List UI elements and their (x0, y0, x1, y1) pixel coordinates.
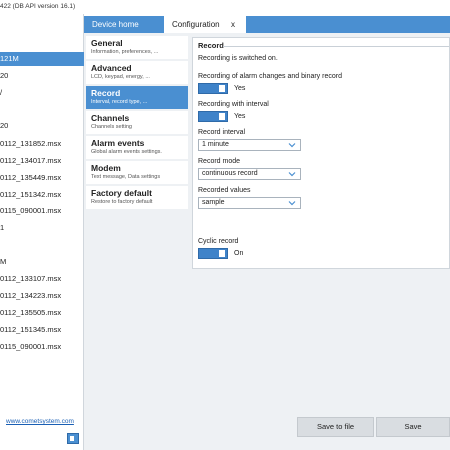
nav-title: Modem (91, 163, 121, 173)
tree-item[interactable]: 20 (0, 119, 84, 133)
alarm-record-label: Recording of alarm changes and binary re… (198, 73, 342, 80)
configuration-content: General Information, preferences, ... Ad… (84, 33, 450, 450)
recorded-values-value: sample (202, 199, 225, 206)
chevron-down-icon (288, 172, 296, 177)
nav-subtitle: Restore to factory default (91, 199, 153, 205)
close-tab-icon[interactable]: x (228, 16, 242, 33)
tree-item-file[interactable]: 0112_134223.msx (0, 289, 84, 303)
nav-title: Factory default (91, 188, 152, 198)
nav-subtitle: Information, preferences, ... (91, 49, 159, 55)
interval-record-label: Recording with interval (198, 101, 269, 108)
tab-bar-fill (246, 16, 450, 33)
cyclic-record-label: Cyclic record (198, 238, 239, 245)
tree-item-device[interactable]: M (0, 255, 84, 269)
tree-item-device[interactable]: 121M (0, 52, 84, 66)
nav-subtitle: Global alarm events settings. (91, 149, 162, 155)
nav-item-advanced[interactable]: Advanced LCD, keypad, energy, ... (86, 61, 188, 84)
tree-item-file[interactable]: 0115_090001.msx (0, 204, 84, 218)
record-settings-panel: Record Recording is switched on. Recordi… (192, 37, 450, 269)
tree-item-file[interactable]: 0115_090001.msx (0, 340, 84, 354)
nav-item-modem[interactable]: Modem Text message, Data settings (86, 161, 188, 184)
tree-item[interactable]: 1 (0, 221, 84, 235)
interval-record-toggle[interactable] (198, 111, 228, 122)
tree-item-file[interactable]: 0112_133107.msx (0, 272, 84, 286)
record-mode-select[interactable]: continuous record (198, 168, 301, 180)
section-divider (223, 46, 449, 47)
tree-item-file[interactable]: 0112_134017.msx (0, 154, 84, 168)
nav-title: Alarm events (91, 138, 145, 148)
nav-item-channels[interactable]: Channels Channels setting (86, 111, 188, 134)
nav-title: Channels (91, 113, 130, 123)
tab-device-home[interactable]: Device home (84, 16, 164, 33)
alarm-record-toggle[interactable] (198, 83, 228, 94)
tree-item-file[interactable]: 0112_135449.msx (0, 171, 84, 185)
nav-item-record[interactable]: Record Interval, record type, ... (86, 86, 188, 109)
tree-item-file[interactable]: 0112_151342.msx (0, 188, 84, 202)
window-title: 422 (DB API version 16.1) (0, 3, 76, 10)
record-mode-label: Record mode (198, 158, 241, 165)
section-header: Record (198, 41, 224, 50)
tree-item[interactable]: / (0, 86, 84, 100)
chevron-down-icon (288, 143, 296, 148)
record-mode-value: continuous record (202, 170, 258, 177)
nav-item-general[interactable]: General Information, preferences, ... (86, 36, 188, 59)
record-interval-value: 1 minute (202, 141, 229, 148)
nav-title: Record (91, 88, 121, 98)
cyclic-record-value: On (234, 250, 244, 257)
interval-record-value: Yes (234, 113, 246, 120)
nav-subtitle: LCD, keypad, energy, ... (91, 74, 150, 80)
tree-item[interactable] (0, 238, 84, 252)
nav-item-alarm-events[interactable]: Alarm events Global alarm events setting… (86, 136, 188, 159)
device-tree-panel: 121M 20 / 20 0112_131852.msx 0112_134017… (0, 14, 84, 450)
nav-title: Advanced (91, 63, 132, 73)
record-interval-label: Record interval (198, 129, 246, 136)
nav-subtitle: Interval, record type, ... (91, 99, 148, 105)
tree-item-file[interactable]: 0112_135505.msx (0, 306, 84, 320)
nav-subtitle: Text message, Data settings (91, 174, 161, 180)
nav-title: General (91, 38, 123, 48)
record-interval-select[interactable]: 1 minute (198, 139, 301, 151)
tree-item[interactable] (0, 103, 84, 117)
tab-bar: Device home Configuration x (84, 14, 450, 33)
tree-item[interactable]: 20 (0, 69, 84, 83)
alarm-record-value: Yes (234, 85, 246, 92)
cyclic-record-toggle[interactable] (198, 248, 228, 259)
recorded-values-label: Recorded values (198, 187, 251, 194)
nav-item-factory-default[interactable]: Factory default Restore to factory defau… (86, 186, 188, 209)
website-link[interactable]: www.cometsystem.com (6, 418, 74, 425)
record-status-text: Recording is switched on. (198, 55, 278, 62)
recorded-values-select[interactable]: sample (198, 197, 301, 209)
chevron-down-icon (288, 201, 296, 206)
nav-subtitle: Channels setting (91, 124, 132, 130)
save-to-file-button[interactable]: Save to file (297, 417, 374, 437)
save-button[interactable]: Save (376, 417, 450, 437)
window-titlebar: 422 (DB API version 16.1) (0, 0, 450, 14)
panel-toggle-icon[interactable] (67, 433, 79, 444)
tree-item-file[interactable]: 0112_131852.msx (0, 137, 84, 151)
tree-item-file[interactable]: 0112_151345.msx (0, 323, 84, 337)
